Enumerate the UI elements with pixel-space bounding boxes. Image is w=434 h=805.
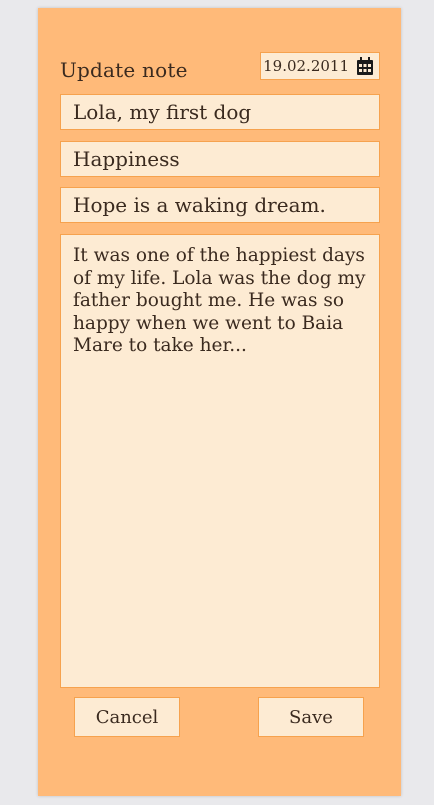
note-editor-panel: Update note 19.02.2011 Lola, my first do… — [38, 8, 401, 796]
note-mood-field[interactable]: Happiness — [60, 141, 380, 177]
note-header: Update note 19.02.2011 — [60, 52, 380, 82]
calendar-icon[interactable] — [357, 57, 373, 75]
cancel-button[interactable]: Cancel — [74, 697, 180, 737]
note-title-field[interactable]: Lola, my first dog — [60, 94, 380, 130]
date-picker[interactable]: 19.02.2011 — [260, 52, 380, 80]
page-title: Update note — [60, 58, 188, 82]
date-value: 19.02.2011 — [263, 57, 349, 75]
save-button[interactable]: Save — [258, 697, 364, 737]
note-quote-field[interactable]: Hope is a waking dream. — [60, 187, 380, 223]
note-body-textarea[interactable]: It was one of the happiest days of my li… — [60, 234, 380, 688]
